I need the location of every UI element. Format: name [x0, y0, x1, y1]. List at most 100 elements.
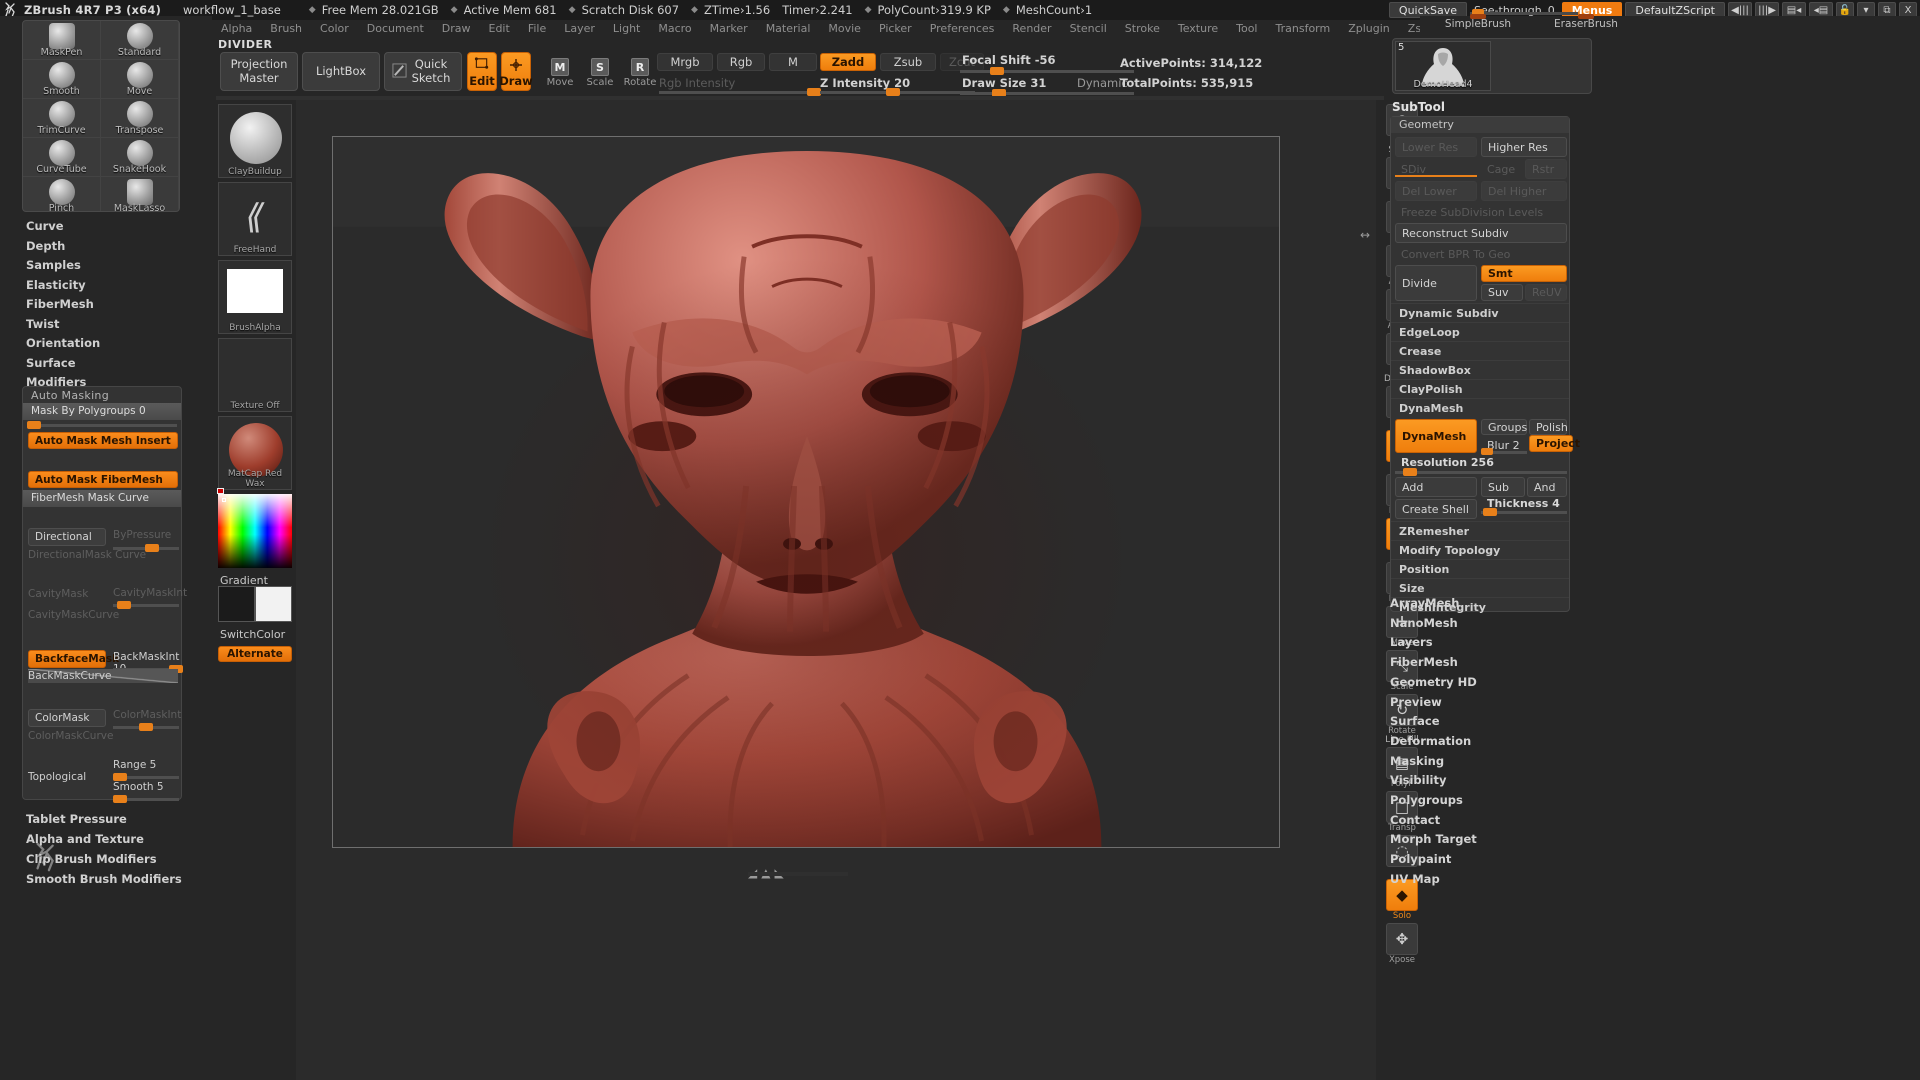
directional-button[interactable]: Directional: [28, 528, 106, 546]
current-stroke-thumb[interactable]: ⟪ FreeHand: [218, 182, 292, 256]
right-section-contact[interactable]: Contact: [1390, 813, 1440, 827]
edgeloop-row[interactable]: EdgeLoop: [1391, 322, 1569, 341]
current-brush-thumb[interactable]: ClayBuildup: [218, 104, 292, 178]
primary-color-swatch[interactable]: [218, 586, 255, 622]
projection-master-button[interactable]: Projection Master: [220, 52, 298, 91]
groups-button[interactable]: Groups: [1481, 419, 1527, 435]
focal-shift-label[interactable]: Focal Shift -56: [962, 53, 1056, 67]
left-section-tablet-pressure[interactable]: Tablet Pressure: [26, 812, 127, 826]
canvas-scrollbar[interactable]: [748, 872, 848, 876]
right-section-polygroups[interactable]: Polygroups: [1390, 793, 1463, 807]
divide-button[interactable]: Divide: [1395, 265, 1477, 301]
bypressure-knob[interactable]: [145, 544, 159, 552]
active-tool-thumb[interactable]: 5 DemoHead4: [1395, 41, 1491, 91]
colormaskcurve-label[interactable]: ColorMaskCurve: [28, 730, 113, 742]
zadd-button[interactable]: Zadd: [820, 53, 876, 71]
range-label[interactable]: Range 5: [113, 759, 156, 771]
modify-topology-row[interactable]: Modify Topology: [1391, 540, 1569, 559]
size-row[interactable]: Size: [1391, 578, 1569, 597]
cavitymaskint-track[interactable]: [113, 601, 179, 609]
shadowbox-row[interactable]: ShadowBox: [1391, 360, 1569, 379]
smooth-knob[interactable]: [113, 795, 127, 803]
brush-smooth[interactable]: Smooth: [23, 60, 101, 99]
smooth-label[interactable]: Smooth 5: [113, 781, 164, 793]
mask-by-polygroups-slider[interactable]: Mask By Polygroups 0: [23, 403, 181, 420]
right-section-geometry-hd[interactable]: Geometry HD: [1390, 675, 1477, 689]
colormaskint-label[interactable]: ColorMaskInt: [113, 709, 181, 721]
thickness-track[interactable]: [1481, 508, 1567, 516]
current-alpha-thumb[interactable]: BrushAlpha: [218, 260, 292, 334]
blur-track[interactable]: [1481, 448, 1527, 455]
auto-mask-fibermesh-button[interactable]: Auto Mask FiberMesh: [28, 471, 178, 488]
menu-item-preferences[interactable]: Preferences: [921, 20, 1004, 38]
mrgb-button[interactable]: Mrgb: [657, 53, 713, 71]
right-section-fibermesh[interactable]: FiberMesh: [1390, 655, 1458, 669]
colormaskint-knob[interactable]: [139, 723, 153, 731]
edit-button[interactable]: Edit: [467, 52, 497, 91]
brush-curvetube[interactable]: CurveTube: [23, 138, 101, 177]
rgb-intensity-track[interactable]: [659, 88, 821, 96]
left-section-surface[interactable]: Surface: [26, 356, 76, 370]
higher-res-button[interactable]: Higher Res: [1481, 137, 1567, 157]
crease-row[interactable]: Crease: [1391, 341, 1569, 360]
directionalmask-curve-label[interactable]: DirectionalMask Curve: [28, 549, 146, 561]
suv-button[interactable]: Suv: [1481, 284, 1523, 301]
color-picker-overlay[interactable]: [218, 494, 292, 568]
smt-button[interactable]: Smt: [1481, 265, 1567, 282]
right-section-uv-map[interactable]: UV Map: [1390, 872, 1440, 886]
cavitymaskcurve-label[interactable]: CavityMaskCurve: [28, 609, 119, 621]
right-section-polypaint[interactable]: Polypaint: [1390, 852, 1451, 866]
draw-size-track[interactable]: [960, 89, 1134, 97]
focal-shift-track[interactable]: [960, 67, 1134, 75]
left-section-smooth-brush-modifiers[interactable]: Smooth Brush Modifiers: [26, 872, 182, 886]
menu-item-layer[interactable]: Layer: [555, 20, 604, 38]
menu-item-movie[interactable]: Movie: [819, 20, 870, 38]
brush-masklasso[interactable]: MaskLasso: [101, 177, 179, 211]
menu-item-picker[interactable]: Picker: [870, 20, 921, 38]
left-section-elasticity[interactable]: Elasticity: [26, 278, 86, 292]
left-section-curve[interactable]: Curve: [26, 219, 64, 233]
resolution-slider[interactable]: Resolution 256: [1395, 455, 1567, 469]
backfacemask-button[interactable]: BackfaceMask: [28, 650, 119, 668]
mask-by-polygroups-knob[interactable]: [27, 421, 41, 429]
left-section-depth[interactable]: Depth: [26, 239, 65, 253]
brush-move[interactable]: Move: [101, 60, 179, 99]
reconstruct-subdiv-button[interactable]: Reconstruct Subdiv: [1395, 223, 1567, 243]
range-track[interactable]: [113, 773, 179, 781]
polish-button[interactable]: Polish: [1529, 419, 1568, 435]
menu-item-zplugin[interactable]: Zplugin: [1339, 20, 1399, 38]
menu-item-tool[interactable]: Tool: [1227, 20, 1266, 38]
brush-transpose[interactable]: Transpose: [101, 99, 179, 138]
topological-label[interactable]: Topological: [28, 771, 86, 783]
simple-brush-label[interactable]: SimpleBrush: [1424, 18, 1532, 30]
menu-item-alpha[interactable]: Alpha: [212, 20, 261, 38]
brush-standard[interactable]: Standard: [101, 21, 179, 60]
cavitymask-label[interactable]: CavityMask: [28, 588, 88, 600]
position-row[interactable]: Position: [1391, 559, 1569, 578]
thickness-knob[interactable]: [1483, 508, 1497, 516]
colormaskint-track[interactable]: [113, 723, 179, 731]
menu-item-stroke[interactable]: Stroke: [1116, 20, 1169, 38]
menu-item-document[interactable]: Document: [358, 20, 433, 38]
menu-item-color[interactable]: Color: [311, 20, 358, 38]
move-mode-button[interactable]: M Move: [545, 58, 575, 92]
zsub-button[interactable]: Zsub: [880, 53, 936, 71]
resolution-knob[interactable]: [1403, 468, 1417, 476]
focal-shift-knob[interactable]: [990, 67, 1004, 75]
cavitymaskint-label[interactable]: CavityMaskInt: [113, 587, 187, 599]
blur-knob[interactable]: [1481, 448, 1493, 455]
menu-item-brush[interactable]: Brush: [261, 20, 311, 38]
bypressure-label[interactable]: ByPressure: [113, 529, 171, 541]
current-material-thumb[interactable]: MatCap Red Wax: [218, 416, 292, 490]
right-section-morph-target[interactable]: Morph Target: [1390, 832, 1477, 846]
canvas-area[interactable]: ◢▲◣: [296, 100, 1376, 1080]
panel-splitter-handle[interactable]: ↔: [1360, 228, 1370, 242]
rail-xpose-button[interactable]: ✥: [1386, 923, 1418, 955]
menu-item-render[interactable]: Render: [1003, 20, 1060, 38]
zremesher-row[interactable]: ZRemesher: [1391, 521, 1569, 540]
rotate-mode-button[interactable]: R Rotate: [624, 58, 656, 92]
and-button[interactable]: And: [1527, 477, 1567, 497]
left-section-samples[interactable]: Samples: [26, 258, 81, 272]
right-section-surface[interactable]: Surface: [1390, 714, 1440, 728]
auto-mask-mesh-insert-button[interactable]: Auto Mask Mesh Insert: [28, 432, 178, 449]
